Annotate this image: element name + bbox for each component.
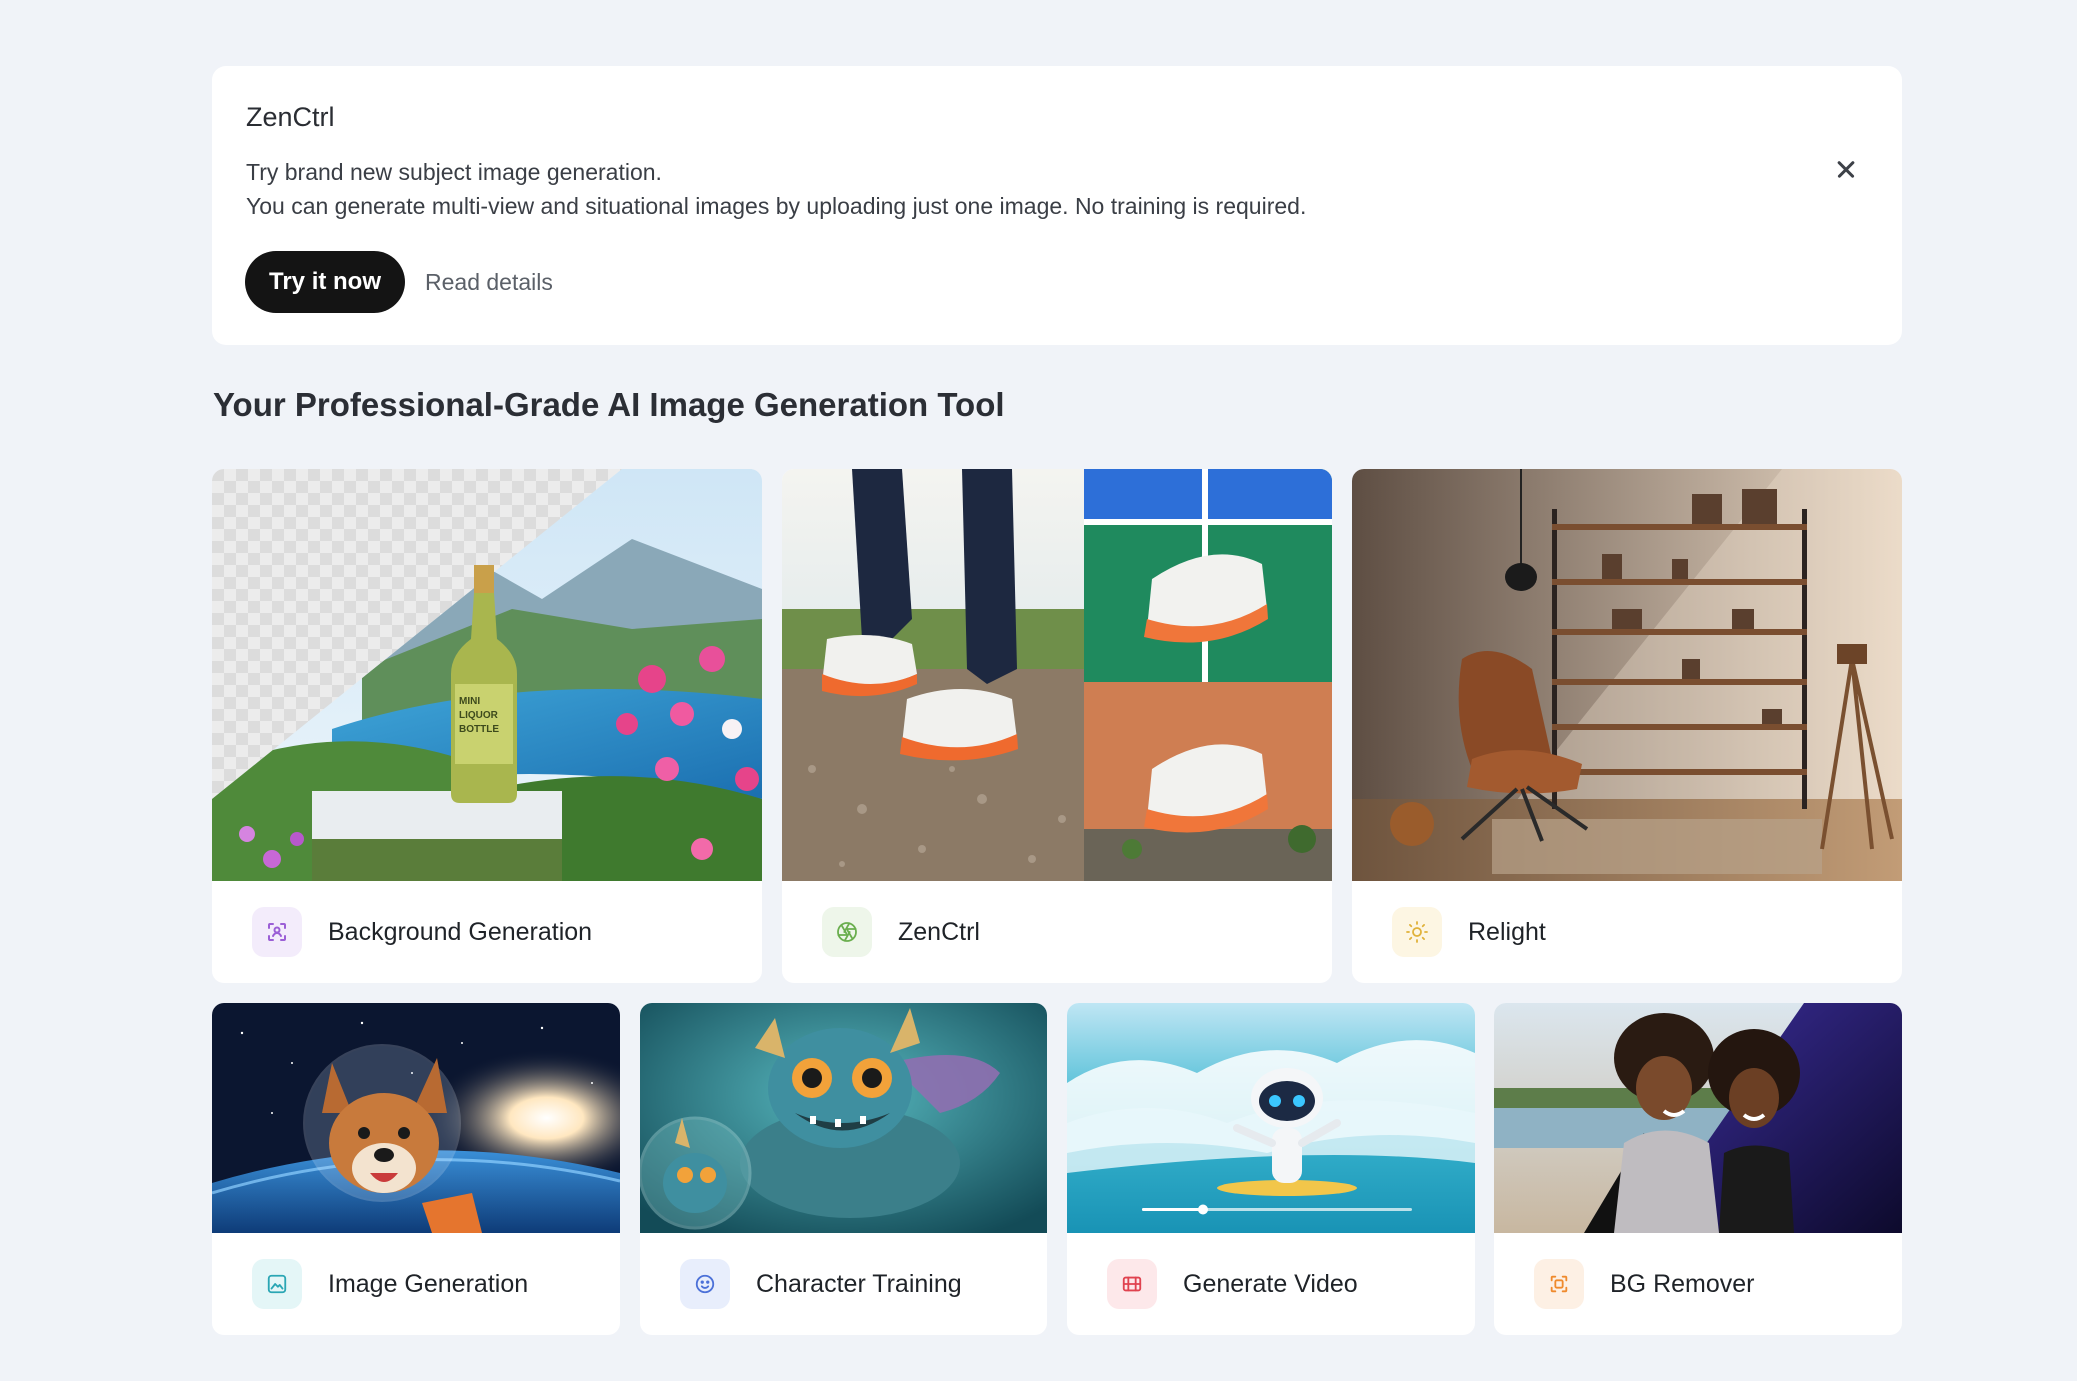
tool-label: Relight xyxy=(1468,917,1546,946)
try-it-now-button[interactable]: Try it now xyxy=(245,251,406,313)
zenctrl-image xyxy=(782,469,1332,881)
film-icon xyxy=(1107,1259,1157,1309)
tool-card-relight[interactable]: Relight xyxy=(1352,469,1902,983)
tool-label: Background Generation xyxy=(328,917,593,946)
tool-card-footer: BG Remover xyxy=(1494,1233,1902,1335)
dragon-character-illustration xyxy=(640,1003,1047,1233)
tool-card-footer: Character Training xyxy=(640,1233,1047,1335)
svg-text:BOTTLE: BOTTLE xyxy=(459,724,499,735)
sneaker-collage-illustration xyxy=(782,469,1332,881)
tool-card-character-training[interactable]: Character Training xyxy=(640,1003,1047,1335)
bg-remover-image xyxy=(1494,1003,1902,1233)
sun-icon xyxy=(1392,907,1442,957)
generate-video-image xyxy=(1067,1003,1475,1233)
page: ZenCtrl Try brand new subject image gene… xyxy=(0,0,2077,1381)
tool-card-zenctrl[interactable]: ZenCtrl xyxy=(782,469,1332,983)
smile-icon xyxy=(680,1259,730,1309)
tool-label: Image Generation xyxy=(328,1269,529,1298)
relight-image xyxy=(1352,469,1902,881)
scan-user-icon xyxy=(252,907,302,957)
announcement-banner: ZenCtrl Try brand new subject image gene… xyxy=(212,66,1902,345)
interior-room-illustration xyxy=(1352,469,1902,881)
tool-card-background-generation[interactable]: MINI LIQUOR BOTTLE Background Generation xyxy=(212,469,762,983)
tool-label: ZenCtrl xyxy=(898,917,980,946)
focus-icon xyxy=(1534,1259,1584,1309)
two-women-illustration xyxy=(1494,1003,1902,1233)
tool-card-bg-remover[interactable]: BG Remover xyxy=(1494,1003,1902,1335)
image-generation-image xyxy=(212,1003,620,1233)
tool-card-footer: Background Generation xyxy=(212,881,762,983)
tool-card-footer: Image Generation xyxy=(212,1233,620,1335)
banner-line-2: You can generate multi-view and situatio… xyxy=(246,193,1307,219)
tool-card-image-generation[interactable]: Image Generation xyxy=(212,1003,620,1335)
image-icon xyxy=(252,1259,302,1309)
svg-text:MINI: MINI xyxy=(459,696,480,707)
banner-title: ZenCtrl xyxy=(246,102,335,132)
tool-label: Generate Video xyxy=(1183,1269,1358,1298)
banner-description: Try brand new subject image generation. … xyxy=(246,155,1868,223)
read-details-link[interactable]: Read details xyxy=(425,269,553,296)
aperture-icon xyxy=(822,907,872,957)
bottle-scene-illustration: MINI LIQUOR BOTTLE xyxy=(212,469,762,881)
close-icon[interactable] xyxy=(1832,156,1860,184)
tool-card-footer: Generate Video xyxy=(1067,1233,1475,1335)
surfing-robot-illustration xyxy=(1067,1003,1475,1233)
space-dog-illustration xyxy=(212,1003,620,1233)
tool-card-footer: ZenCtrl xyxy=(782,881,1332,983)
svg-text:LIQUOR: LIQUOR xyxy=(459,710,499,721)
background-generation-image: MINI LIQUOR BOTTLE xyxy=(212,469,762,881)
tool-card-generate-video[interactable]: Generate Video xyxy=(1067,1003,1475,1335)
tool-label: Character Training xyxy=(756,1269,962,1298)
character-training-image xyxy=(640,1003,1047,1233)
banner-line-1: Try brand new subject image generation. xyxy=(246,159,662,185)
banner-actions: Try it now Read details xyxy=(245,251,553,313)
tool-label: BG Remover xyxy=(1610,1269,1755,1298)
section-title: Your Professional-Grade AI Image Generat… xyxy=(213,386,1005,423)
tool-card-footer: Relight xyxy=(1352,881,1902,983)
